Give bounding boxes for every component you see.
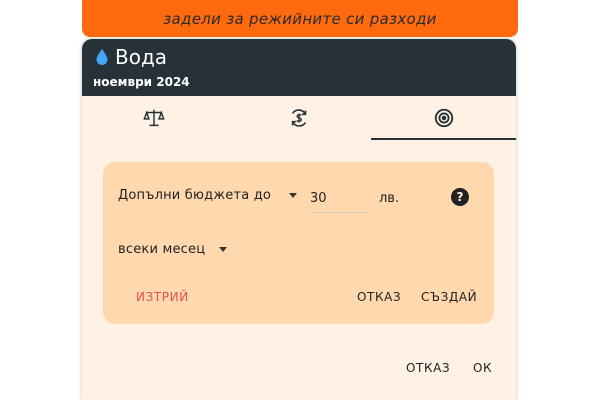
delete-button[interactable]: ИЗТРИЙ — [136, 290, 189, 304]
create-button[interactable]: СЪЗДАЙ — [421, 290, 477, 304]
dialog-title: Вода — [115, 45, 168, 69]
currency-sync-icon — [291, 109, 307, 127]
tab-bar — [82, 96, 516, 140]
chevron-down-icon — [289, 193, 298, 198]
tab-balance[interactable] — [82, 96, 227, 140]
balance-scale-icon — [143, 109, 165, 127]
chevron-down-icon — [219, 247, 228, 252]
selected-tab-indicator — [371, 138, 516, 140]
period-dropdown[interactable]: всеки месец — [118, 242, 228, 257]
currency-label: лв. — [379, 191, 400, 206]
tab-goal[interactable] — [371, 96, 516, 140]
budget-mode-label: Допълни бюджета до — [118, 188, 272, 203]
title-row: Вода — [95, 45, 167, 69]
category-dialog: Вода ноември 2024 Допълни бюджета до 30 … — [82, 39, 516, 400]
budget-row: Допълни бюджета до — [118, 188, 298, 203]
dialog-cancel-button[interactable]: ОТКАЗ — [406, 361, 450, 375]
budget-card: Допълни бюджета до лв. ? всеки месец ИЗТ… — [103, 162, 494, 324]
hint-banner-text: задели за режийните си разходи — [163, 9, 437, 28]
tab-transfer[interactable] — [227, 96, 372, 140]
card-cancel-button[interactable]: ОТКАЗ — [357, 290, 401, 304]
dialog-header: Вода ноември 2024 — [82, 39, 516, 96]
budget-mode-dropdown[interactable]: Допълни бюджета до — [118, 188, 298, 203]
water-drop-icon — [96, 49, 108, 65]
help-icon[interactable]: ? — [451, 188, 469, 206]
period-label: всеки месец — [118, 242, 206, 257]
amount-input[interactable] — [310, 184, 370, 213]
dialog-ok-button[interactable]: ОК — [473, 361, 492, 375]
hint-banner: задели за режийните си разходи — [82, 0, 518, 37]
target-icon — [434, 108, 453, 128]
dialog-subtitle: ноември 2024 — [93, 75, 190, 89]
